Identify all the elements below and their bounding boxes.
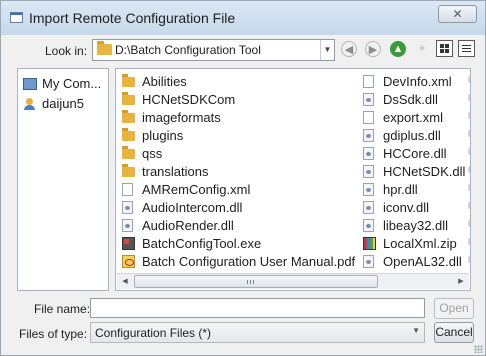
file-name-label: File name: <box>34 302 91 316</box>
file-name: Abilities <box>142 74 187 89</box>
dll-file-icon <box>363 165 374 178</box>
clipped-file-icon <box>468 184 470 191</box>
dll-file-icon <box>363 219 374 232</box>
back-button[interactable]: ◀ <box>341 41 357 57</box>
folder-icon <box>122 92 135 105</box>
open-button[interactable]: Open <box>434 298 474 319</box>
list-view-button[interactable] <box>436 40 453 57</box>
new-folder-button[interactable]: ✦ <box>414 41 430 57</box>
file-name: DsSdk.dll <box>383 92 438 107</box>
dll-file-icon <box>122 219 133 232</box>
file-name-input[interactable] <box>90 298 425 318</box>
clipped-file-icon <box>468 130 470 137</box>
file-name: imageformats <box>142 110 221 125</box>
zip-file-icon <box>363 237 376 250</box>
chevron-down-icon[interactable]: ▼ <box>412 326 420 335</box>
file-name: HCNetSDK.dll <box>383 164 466 179</box>
file-name: LocalXml.zip <box>383 236 457 251</box>
file-list: Abilities HCNetSDKCom imageformats plugi… <box>115 68 471 291</box>
window-icon <box>10 12 23 23</box>
import-dialog: Import Remote Configuration File ✕ Look … <box>0 0 486 356</box>
scroll-left-icon[interactable]: ◀ <box>118 275 132 288</box>
files-of-type-select[interactable]: Configuration Files (*) ▼ <box>90 322 425 343</box>
title-bar[interactable]: Import Remote Configuration File ✕ <box>1 1 485 35</box>
clipped-file-icon <box>468 166 470 173</box>
file-name: translations <box>142 164 209 179</box>
window-title: Import Remote Configuration File <box>29 10 236 26</box>
parent-directory-button[interactable]: ▲ <box>390 41 406 57</box>
xml-file-icon <box>122 183 133 196</box>
file-name: AudioIntercom.dll <box>142 200 243 215</box>
scrollbar-thumb[interactable] <box>134 275 378 288</box>
file-name: hpr.dll <box>383 182 418 197</box>
user-folder-icon <box>23 98 37 110</box>
clipped-file-icon <box>468 112 470 119</box>
files-of-type-value: Configuration Files (*) <box>95 326 212 340</box>
file-name: HCCore.dll <box>383 146 447 161</box>
exe-file-icon <box>122 237 135 250</box>
xml-file-icon <box>363 111 374 124</box>
look-in-combo[interactable]: D:\Batch Configuration Tool ▼ <box>92 39 335 61</box>
file-name: Batch Configuration User Manual.pdf <box>142 254 356 269</box>
dll-file-icon <box>363 129 374 142</box>
clipped-file-icon <box>468 238 470 245</box>
sidebar-item-label: daijun5 <box>42 96 84 111</box>
dll-file-icon <box>363 183 374 196</box>
file-name: DevInfo.xml <box>383 74 452 89</box>
folder-icon <box>122 128 135 141</box>
list-view-icon <box>440 44 449 53</box>
sidebar-item-label: My Com... <box>42 76 102 91</box>
dll-file-icon <box>122 201 133 214</box>
file-name: libeay32.dll <box>383 218 449 233</box>
horizontal-scrollbar[interactable]: ◀ ▶ <box>117 273 469 289</box>
dll-file-icon <box>363 201 374 214</box>
file-name: gdiplus.dll <box>383 128 441 143</box>
dll-file-icon <box>363 147 374 160</box>
clipped-file-icon <box>468 220 470 227</box>
file-name: AMRemConfig.xml <box>142 182 251 197</box>
folder-icon <box>122 110 135 123</box>
dll-file-icon <box>363 255 374 268</box>
resize-grip-icon[interactable] <box>474 345 483 353</box>
detail-view-icon <box>462 44 471 53</box>
column-3-clipped <box>466 69 470 269</box>
clipped-file-icon <box>468 76 470 83</box>
detail-view-button[interactable] <box>458 40 475 57</box>
file-name: iconv.dll <box>383 200 430 215</box>
sidebar: My Com... daijun5 <box>17 68 109 291</box>
file-name: AudioRender.dll <box>142 218 234 233</box>
xml-file-icon <box>363 75 374 88</box>
close-button[interactable]: ✕ <box>438 5 477 23</box>
files-of-type-label: Files of type: <box>19 327 88 341</box>
clipped-file-icon <box>468 148 470 155</box>
file-name: OpenAL32.dll <box>383 254 462 269</box>
computer-icon <box>23 78 37 90</box>
file-name: export.xml <box>383 110 443 125</box>
file-name: HCNetSDKCom <box>142 92 236 107</box>
folder-icon <box>122 74 135 87</box>
look-in-value: D:\Batch Configuration Tool <box>115 43 261 57</box>
clipped-file-icon <box>468 256 470 263</box>
grip-icon <box>247 280 255 284</box>
clipped-file-icon <box>468 94 470 101</box>
chevron-down-icon[interactable]: ▼ <box>320 40 334 60</box>
file-name: BatchConfigTool.exe <box>142 236 262 251</box>
dll-file-icon <box>363 93 374 106</box>
folder-icon <box>122 164 135 177</box>
file-name: qss <box>142 146 163 161</box>
pdf-file-icon <box>122 255 135 268</box>
look-in-label: Look in: <box>45 44 88 58</box>
scroll-right-icon[interactable]: ▶ <box>454 275 468 288</box>
folder-icon <box>97 41 112 55</box>
clipped-file-icon <box>468 202 470 209</box>
folder-icon <box>122 146 135 159</box>
file-name: plugins <box>142 128 184 143</box>
cancel-button[interactable]: Cancel <box>434 322 474 343</box>
forward-button[interactable]: ▶ <box>365 41 381 57</box>
